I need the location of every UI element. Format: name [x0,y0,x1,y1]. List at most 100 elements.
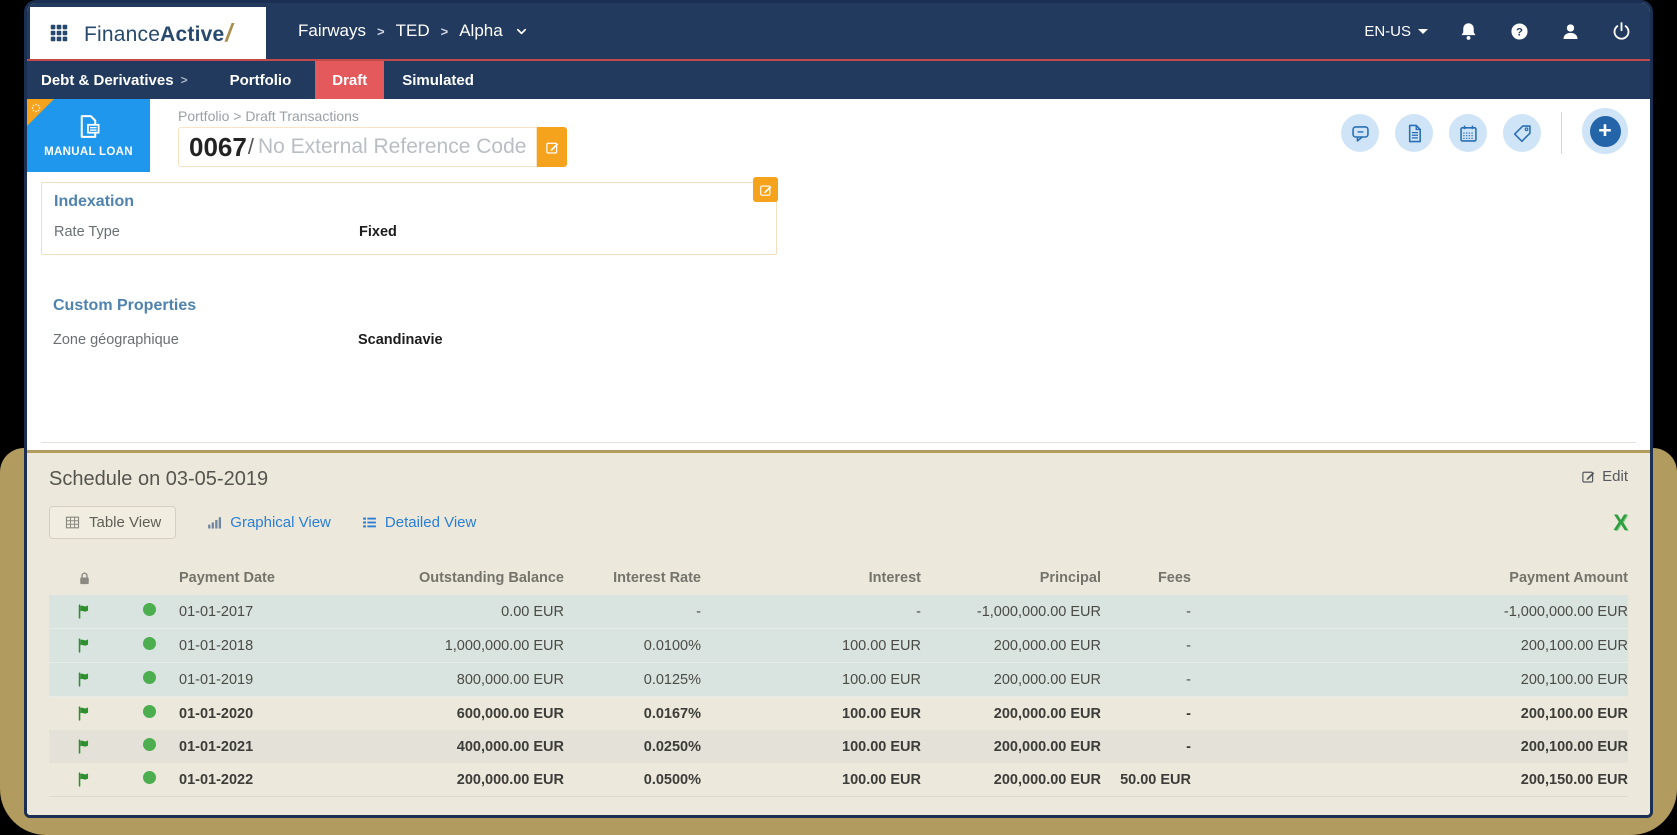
field-rate-type: Rate Type Fixed [54,224,764,240]
tab-detailed-view[interactable]: Detailed View [361,514,476,531]
transaction-code: 0067 [189,131,247,162]
excel-export-button[interactable]: X [1613,511,1628,534]
field-label: Rate Type [54,224,120,240]
nav-item-simulated[interactable]: Simulated [384,61,492,99]
edit-title-button[interactable] [537,127,568,167]
list-icon [361,514,378,531]
title-area: Portfolio > Draft Transactions 0067 / No… [178,99,568,172]
flag-icon [76,738,93,755]
breadcrumb: Portfolio > Draft Transactions [178,108,359,124]
table-header-row: Payment Date Outstanding Balance Interes… [49,561,1628,595]
tab-graphical-view[interactable]: Graphical View [206,514,331,531]
status-dot-icon [142,637,156,650]
col-interest: Interest [868,570,921,586]
nav-item-debt-derivatives[interactable]: Debt & Derivatives > [27,61,206,99]
col-outstanding-balance: Outstanding Balance [418,570,564,586]
status-dot-icon [142,705,156,718]
custom-properties-title: Custom Properties [53,297,197,314]
schedule-tabs: Table View Graphical View Detailed View … [49,506,1628,539]
comment-icon [1350,123,1371,144]
plus-icon: + [1589,115,1621,147]
lock-icon [76,570,93,587]
page-header: MANUAL LOAN Portfolio > Draft Transactio… [27,99,1650,172]
loan-badge-label: MANUAL LOAN [44,146,133,158]
edit-indexation-button[interactable] [753,177,778,202]
col-payment-amount: Payment Amount [1509,570,1628,586]
app-window: FinanceActive/ Fairways > TED > Alpha EN… [24,0,1653,818]
logo-text: FinanceActive/ [84,18,233,47]
user-icon[interactable] [1560,21,1581,42]
table-row: 01-01-2021 400,000.00 EUR 0.0250% 100.00 EU… [49,730,1628,763]
context-breadcrumb: Fairways > TED > Alpha [298,21,529,41]
schedule-title: Schedule on 03-05-2019 [49,468,269,490]
detail-content: Indexation Rate Type Fixed Custom Proper… [27,172,1650,450]
logo-slash: / [225,18,233,47]
pencil-square-icon [545,140,560,155]
header-action-buttons: + [1341,108,1628,154]
field-label: Zone géographique [53,332,179,348]
col-fees: Fees [1157,570,1191,586]
calendar-icon [1458,123,1479,144]
indexation-title: Indexation [54,193,135,210]
tab-table-view[interactable]: Table View [49,506,177,539]
title-separator: / [247,134,254,159]
flag-icon [76,603,93,620]
field-value: Fixed [359,224,397,240]
top-navbar: FinanceActive/ Fairways > TED > Alpha EN… [27,3,1650,59]
title-row: 0067 / No External Reference Code [178,127,568,167]
sub-navbar: Debt & Derivatives > Portfolio Draft Simu… [27,61,1650,99]
transaction-title-box: 0067 / No External Reference Code [178,127,538,167]
spinner-dots-icon [30,102,42,114]
pencil-square-icon [759,183,773,197]
table-grid-icon [64,514,81,531]
power-icon[interactable] [1611,21,1632,42]
breadcrumb-separator: > [377,23,385,39]
breadcrumb-separator: > [440,23,449,39]
field-value: Scandinavie [358,332,443,348]
status-dot-icon [142,738,156,751]
breadcrumb-group[interactable]: TED [396,21,430,41]
status-dot-icon [142,671,156,684]
document-icon [1404,123,1425,144]
col-interest-rate: Interest Rate [613,570,701,586]
field-zone-geographique: Zone géographique Scandinavie [53,332,1636,348]
app-launcher-grid-icon[interactable] [48,22,70,44]
schedule-table: Payment Date Outstanding Balance Interes… [49,561,1628,797]
loan-document-icon [75,113,102,140]
indexation-panel: Indexation Rate Type Fixed [41,177,778,255]
table-row: 01-01-2019 800,000.00 EUR 0.0125% 100.00 EU… [49,662,1628,697]
external-reference-placeholder: No External Reference Code [257,135,527,158]
comment-button[interactable] [1341,114,1379,152]
add-button[interactable]: + [1582,108,1628,154]
table-row: 01-01-2017 0.00 EUR - - -1,000,000.00 EUR - -1… [49,595,1628,629]
flag-icon [76,671,93,688]
nav-item-draft[interactable]: Draft [315,61,385,99]
pencil-square-icon [1581,469,1596,484]
calendar-button[interactable] [1449,114,1487,152]
table-row: 01-01-2020 600,000.00 EUR 0.0167% 100.00 EU… [49,697,1628,731]
help-icon[interactable] [1509,21,1530,42]
col-payment-date: Payment Date [179,570,275,586]
table-row: 01-01-2018 1,000,000.00 EUR 0.0100% 100.00 … [49,628,1628,663]
custom-properties-section: Custom Properties Zone géographique Scan… [53,297,1636,348]
app-logo[interactable]: FinanceActive/ [30,7,266,59]
bar-chart-icon [206,514,223,531]
status-dot-icon [142,771,156,784]
breadcrumb-entity[interactable]: Alpha [459,21,502,41]
col-principal: Principal [1039,570,1101,586]
flag-icon [76,771,93,788]
schedule-header: Schedule on 03-05-2019 Edit [49,468,1628,491]
breadcrumb-org[interactable]: Fairways [298,21,366,41]
documents-button[interactable] [1395,114,1433,152]
chevron-right-icon: > [180,73,188,87]
nav-item-portfolio[interactable]: Portfolio [206,61,316,99]
edit-schedule-link[interactable]: Edit [1581,468,1628,485]
chevron-down-icon[interactable] [514,24,529,39]
bell-icon[interactable] [1458,21,1479,42]
manual-loan-badge[interactable]: MANUAL LOAN [27,99,150,172]
tag-button[interactable] [1503,114,1541,152]
language-selector[interactable]: EN-US [1364,23,1428,40]
actions-divider [1561,112,1562,154]
schedule-section: Schedule on 03-05-2019 Edit Table View G… [27,450,1650,815]
content-divider [41,442,1636,443]
